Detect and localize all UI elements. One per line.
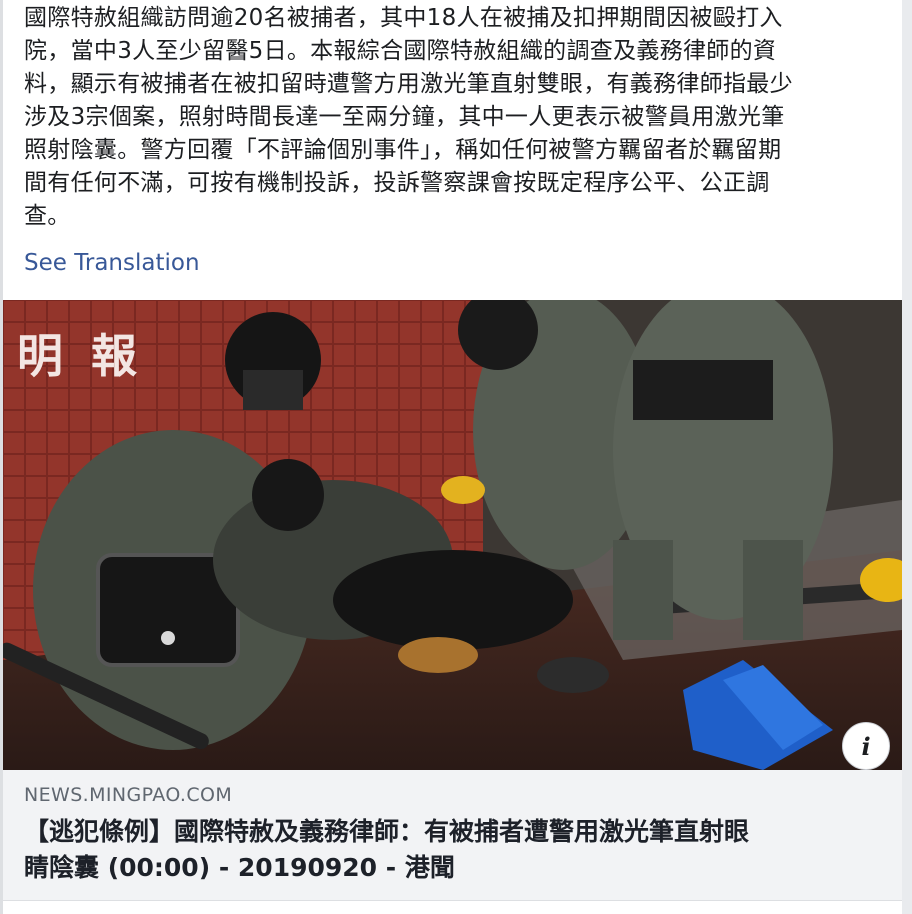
post-text-line: 院，當中3人至少留醫5日。本報綜合國際特赦組織的調查及義務律師的資 <box>24 38 777 64</box>
post-text-line: 查。 <box>24 203 71 229</box>
news-photo[interactable]: 明 報 i <box>3 300 902 770</box>
link-title-line: 【逃犯條例】國際特赦及義務律師：有被捕者遭警用激光筆直射眼 <box>24 817 750 846</box>
post-text-line: 涉及3宗個案，照射時間長達一至兩分鐘，其中一人更表示被警員用激光筆 <box>24 104 785 130</box>
see-translation-link[interactable]: See Translation <box>24 250 200 276</box>
post-text-line: 料，顯示有被捕者在被扣留時遭警方用激光筆直射雙眼，有義務律師指最少 <box>24 71 793 97</box>
post-text: 國際特赦組織訪問逾20名被捕者，其中18人在被捕及扣押期間因被毆打入 院，當中3… <box>24 2 884 233</box>
post-text-line: 間有任何不滿，可按有機制投訴，投訴警察課會按既定程序公平、公正調 <box>24 170 770 196</box>
link-title[interactable]: 【逃犯條例】國際特赦及義務律師：有被捕者遭警用激光筆直射眼 睛陰囊 (00:00… <box>24 814 884 886</box>
post-text-line: 國際特赦組織訪問逾20名被捕者，其中18人在被捕及扣押期間因被毆打入 <box>24 5 783 31</box>
right-border <box>902 0 912 914</box>
info-icon[interactable]: i <box>842 722 890 770</box>
mingpao-watermark: 明 報 <box>17 329 144 383</box>
link-title-line: 睛陰囊 (00:00) - 20190920 - 港聞 <box>24 853 455 882</box>
link-preview-card[interactable]: NEWS.MINGPAO.COM 【逃犯條例】國際特赦及義務律師：有被捕者遭警用… <box>3 770 902 901</box>
post-text-line: 照射陰囊。警方回覆「不評論個別事件」，稱如任何被警方羈留者於羈留期 <box>24 137 782 163</box>
link-domain: NEWS.MINGPAO.COM <box>24 784 233 806</box>
